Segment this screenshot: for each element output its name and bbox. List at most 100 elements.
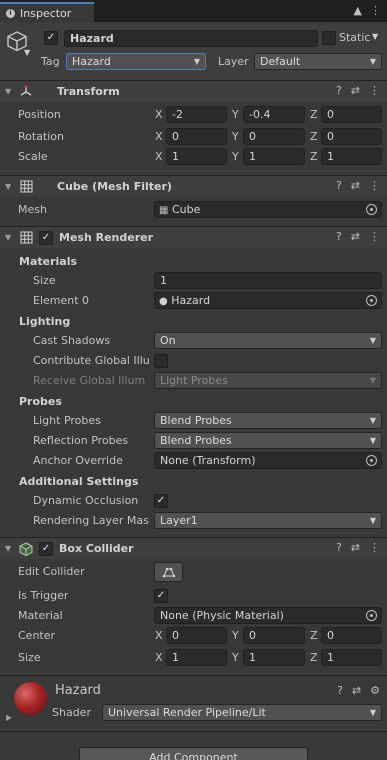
layer-dropdown[interactable]: Default ▼ <box>254 53 382 70</box>
preset-icon[interactable]: ⇄ <box>351 179 360 192</box>
material-preview[interactable] <box>14 682 47 715</box>
object-picker-icon[interactable] <box>366 295 377 306</box>
material-foldout-arrow-icon[interactable]: ▶ <box>6 713 12 722</box>
size-y-axis[interactable]: Y <box>232 651 239 664</box>
cast-shadows-dropdown[interactable]: On ▼ <box>154 332 382 349</box>
more-options-icon[interactable]: ⋮ <box>369 179 380 192</box>
rotation-x-field[interactable]: 0 <box>166 128 227 145</box>
foldout-arrow-icon[interactable]: ▼ <box>5 87 13 96</box>
preset-icon[interactable]: ⇄ <box>351 84 360 97</box>
center-z-field[interactable]: 0 <box>321 627 382 644</box>
materials-size-field[interactable]: 1 <box>154 272 382 289</box>
dynamic-occlusion-label: Dynamic Occlusion <box>33 494 139 507</box>
dynamic-occlusion-checkbox[interactable]: ✓ <box>154 494 168 508</box>
box-collider-enabled-toggle[interactable]: ✓ <box>39 541 53 556</box>
scale-x-field[interactable]: 1 <box>166 148 227 165</box>
reflection-probes-dropdown[interactable]: Blend Probes ▼ <box>154 432 382 449</box>
object-picker-icon[interactable] <box>366 204 377 215</box>
help-icon[interactable]: ? <box>337 684 343 697</box>
foldout-arrow-icon[interactable]: ▼ <box>5 182 13 191</box>
center-x-field[interactable]: 0 <box>166 627 227 644</box>
help-icon[interactable]: ? <box>336 84 342 97</box>
center-x-axis[interactable]: X <box>155 629 163 642</box>
more-options-icon[interactable]: ⋮ <box>369 230 380 243</box>
rotation-z-axis[interactable]: Z <box>310 130 318 143</box>
element0-label: Element 0 <box>33 294 90 307</box>
rotation-z-field[interactable]: 0 <box>321 128 382 145</box>
object-picker-icon[interactable] <box>366 455 377 466</box>
center-y-axis[interactable]: Y <box>232 629 239 642</box>
active-toggle[interactable]: ✓ <box>44 31 58 45</box>
object-picker-icon[interactable] <box>366 610 377 621</box>
scale-y-axis[interactable]: Y <box>232 150 239 163</box>
scale-z-axis[interactable]: Z <box>310 150 318 163</box>
is-trigger-checkbox[interactable]: ✓ <box>154 589 168 603</box>
anchor-override-value: None (Transform) <box>160 454 256 467</box>
help-icon[interactable]: ? <box>336 179 342 192</box>
scale-z-field[interactable]: 1 <box>321 148 382 165</box>
foldout-arrow-icon[interactable]: ▼ <box>5 233 13 242</box>
size-z-axis[interactable]: Z <box>310 651 318 664</box>
preset-icon[interactable]: ⇄ <box>352 684 361 697</box>
preset-icon[interactable]: ⇄ <box>351 230 360 243</box>
tab-inspector[interactable]: i Inspector <box>0 2 94 22</box>
size-x-axis[interactable]: X <box>155 651 163 664</box>
center-z-axis[interactable]: Z <box>310 629 318 642</box>
position-x-field[interactable]: -2 <box>166 106 227 123</box>
rotation-x-axis[interactable]: X <box>155 130 163 143</box>
mesh-filter-icon <box>19 180 33 194</box>
contribute-gi-checkbox[interactable] <box>154 354 168 368</box>
rotation-y-field[interactable]: 0 <box>243 128 305 145</box>
more-options-icon[interactable]: ⋮ <box>370 4 381 17</box>
layer-value: Default <box>260 55 301 68</box>
lock-icon[interactable]: ▲ <box>354 4 362 17</box>
anchor-override-field[interactable]: None (Transform) <box>154 452 382 469</box>
additional-settings-foldout[interactable]: Additional Settings <box>19 475 138 488</box>
more-options-icon[interactable]: ⋮ <box>369 541 380 554</box>
chevron-down-icon: ▼ <box>193 57 200 66</box>
collider-material-field[interactable]: None (Physic Material) <box>154 607 382 624</box>
transform-header[interactable]: ▼ Transform ? ⇄ ⋮ <box>0 80 387 102</box>
chevron-down-icon: ▼ <box>369 57 376 66</box>
rendering-layer-dropdown[interactable]: Layer1 ▼ <box>154 512 382 529</box>
element0-field[interactable]: ● Hazard <box>154 292 382 309</box>
position-y-field[interactable]: -0.4 <box>243 106 305 123</box>
chevron-down-icon: ▼ <box>369 416 376 425</box>
help-icon[interactable]: ? <box>336 541 342 554</box>
static-dropdown-arrow[interactable]: ▼ <box>372 32 378 41</box>
mesh-renderer-enabled-toggle[interactable]: ✓ <box>39 230 53 245</box>
probes-foldout[interactable]: Probes <box>19 395 62 408</box>
tab-controls: ▲ ⋮ <box>354 4 381 17</box>
size-y-field[interactable]: 1 <box>243 649 305 666</box>
position-y-axis[interactable]: Y <box>232 108 239 121</box>
scale-y-field[interactable]: 1 <box>243 148 305 165</box>
settings-gear-icon[interactable]: ⚙ <box>370 684 380 697</box>
rotation-y-axis[interactable]: Y <box>232 130 239 143</box>
lighting-foldout[interactable]: Lighting <box>19 315 70 328</box>
shader-dropdown[interactable]: Universal Render Pipeline/Lit ▼ <box>102 704 382 721</box>
mesh-field[interactable]: ▦ Cube <box>154 201 382 218</box>
mesh-filter-actions: ? ⇄ ⋮ <box>336 179 380 192</box>
mesh-filter-header[interactable]: ▼ Cube (Mesh Filter) ? ⇄ ⋮ <box>0 175 387 197</box>
add-component-button[interactable]: Add Component <box>79 747 308 760</box>
position-z-field[interactable]: 0 <box>321 106 382 123</box>
tag-dropdown[interactable]: Hazard ▼ <box>66 53 206 70</box>
name-field[interactable]: Hazard <box>64 30 318 47</box>
edit-collider-button[interactable] <box>154 562 183 582</box>
size-z-field[interactable]: 1 <box>321 649 382 666</box>
foldout-arrow-icon[interactable]: ▼ <box>5 544 13 553</box>
more-options-icon[interactable]: ⋮ <box>369 84 380 97</box>
position-x-axis[interactable]: X <box>155 108 163 121</box>
size-x-field[interactable]: 1 <box>166 649 227 666</box>
static-checkbox[interactable] <box>322 31 336 45</box>
box-collider-header[interactable]: ▼ ✓ Box Collider ? ⇄ ⋮ <box>0 537 387 559</box>
mesh-renderer-header[interactable]: ▼ ✓ Mesh Renderer ? ⇄ ⋮ <box>0 226 387 248</box>
materials-foldout[interactable]: Materials <box>19 255 77 268</box>
scale-x-axis[interactable]: X <box>155 150 163 163</box>
preset-icon[interactable]: ⇄ <box>351 541 360 554</box>
icon-dropdown-arrow[interactable]: ▼ <box>24 48 30 57</box>
help-icon[interactable]: ? <box>336 230 342 243</box>
center-y-field[interactable]: 0 <box>243 627 305 644</box>
position-z-axis[interactable]: Z <box>310 108 318 121</box>
light-probes-dropdown[interactable]: Blend Probes ▼ <box>154 412 382 429</box>
